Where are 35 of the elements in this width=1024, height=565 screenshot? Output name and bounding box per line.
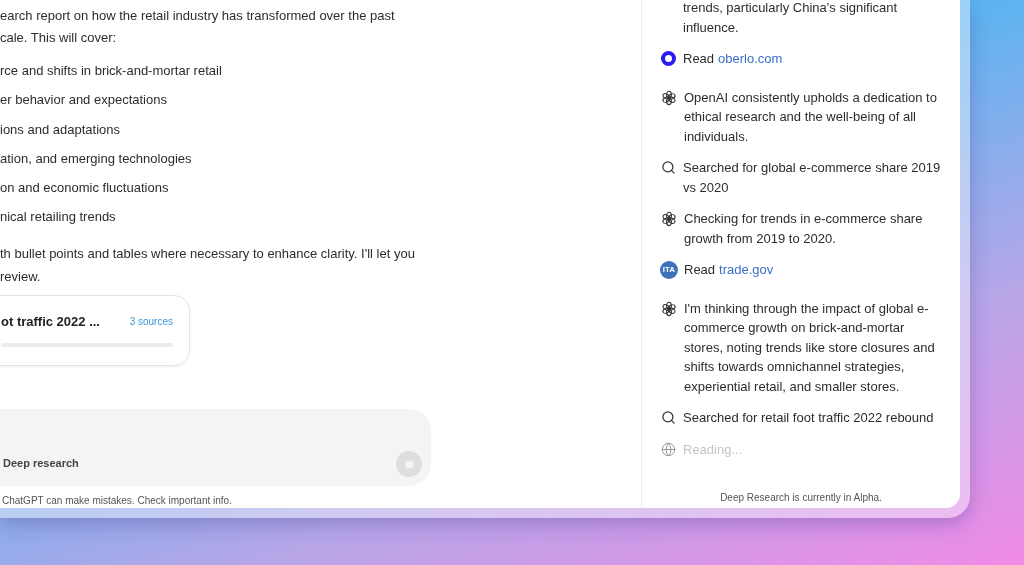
list-item: nical retailing trends — [0, 208, 117, 227]
list-item: er behavior and expectations — [0, 91, 168, 110]
alpha-note: Deep Research is currently in Alpha. — [719, 491, 883, 505]
search-icon — [661, 160, 676, 175]
ring-icon — [661, 51, 676, 67]
message-text: cale. This will cover: — [0, 29, 118, 47]
source-link[interactable]: oberlo.com — [718, 49, 783, 69]
status-text: Reading... — [683, 440, 744, 459]
activity-text: Checking for trends in e-commerce share growth from 2019 to 2020. — [684, 210, 924, 248]
message-text: earch report on how the retail industry has transformed over the past — [0, 7, 396, 25]
activity-text: OpenAI consistently upholds a dedication to ethical research and the well-being of all individuals. — [684, 88, 938, 146]
source-link[interactable]: trade.gov — [719, 260, 774, 280]
read-label: Read — [683, 50, 715, 68]
knot-icon — [661, 211, 677, 227]
activity-text: Searched for retail foot traffic 2022 rebound — [683, 409, 935, 427]
list-item: on and economic fluctuations — [0, 179, 170, 198]
knot-icon — [661, 89, 677, 106]
message-text: review. — [0, 267, 42, 286]
knot-icon — [661, 300, 677, 317]
source-badge: ITA — [660, 260, 678, 279]
globe-icon — [661, 441, 676, 457]
disclaimer-text: ChatGPT can make mistakes. Check important info. — [1, 494, 233, 508]
list-item: ation, and emerging technologies — [0, 149, 193, 168]
card-title: ot traffic 2022 ... — [1, 312, 100, 331]
message-text: th bullet points and tables where necessary to enhance clarity. I'll let you — [0, 244, 416, 263]
mode-label[interactable]: Deep research — [3, 454, 79, 471]
search-icon — [661, 410, 676, 425]
progress-card[interactable]: ot traffic 2022 ... 3 sources — [0, 294, 190, 366]
activity-text: I'm thinking through the impact of global e-commerce growth on brick-and-mortar stores, noting trends like store closures and shifts towards omnichannel strategies, experiential retail, and smaller stores. — [684, 299, 936, 396]
activity-text: Searched for global e-commerce share 2019 vs 2020 — [683, 159, 942, 197]
sources-link[interactable]: 3 sources — [129, 314, 173, 330]
list-item: rce and shifts in brick-and-mortar retail — [0, 62, 223, 80]
activity-text: trends, particularly China's significant influence. — [683, 0, 899, 37]
list-item: ions and adaptations — [0, 120, 121, 139]
read-label: Read — [684, 261, 716, 279]
